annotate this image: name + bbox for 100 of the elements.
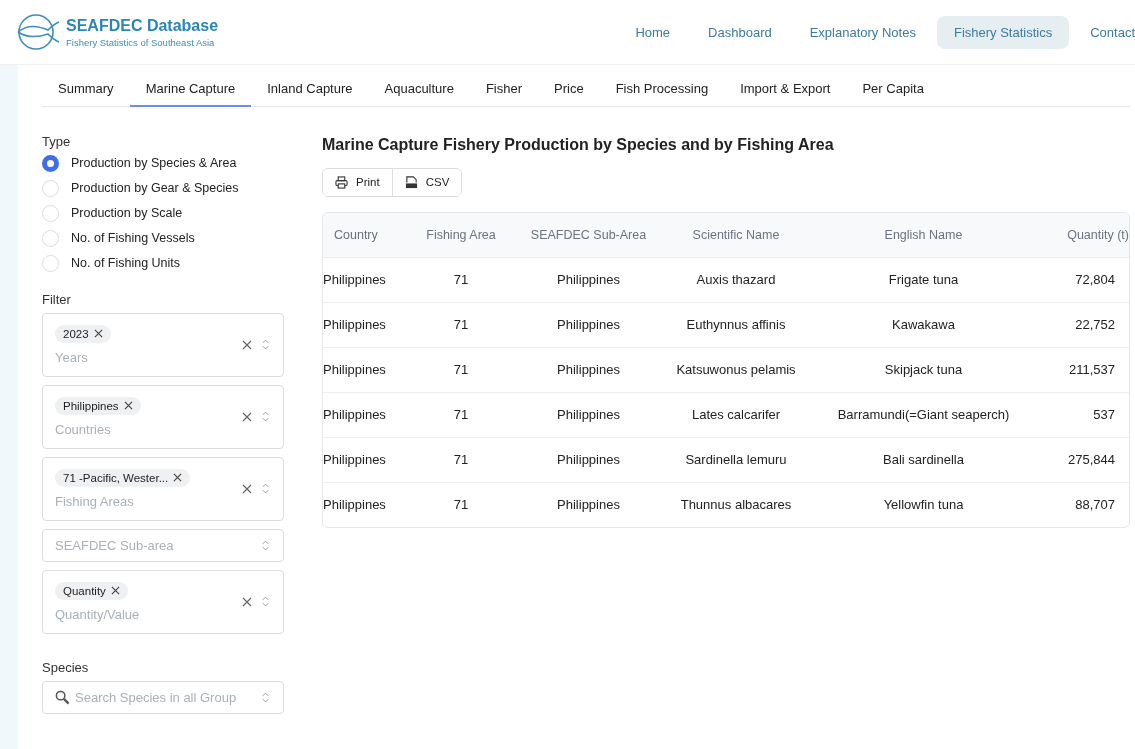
table-cell-text: 72,804 (1074, 272, 1116, 287)
table-cell-text: Skipjack tuna (883, 362, 964, 377)
remove-icon[interactable] (123, 401, 133, 410)
table-cell-text: Thunnus albacares (679, 497, 793, 512)
tab[interactable]: Price (538, 76, 600, 107)
table-cell-text: Sardinella lemuru (684, 452, 788, 467)
placeholder-text: Quantity/Value (55, 606, 141, 622)
tab[interactable]: Fisher (469, 76, 539, 107)
chevron-icon[interactable] (262, 596, 269, 607)
tab[interactable]: Fish Processing (599, 76, 725, 107)
table-cell-text: Philippines (323, 362, 387, 377)
table-cell-text: Philippines (323, 497, 387, 512)
column-header: SEAFDEC Sub-Area (529, 227, 648, 242)
placeholder-text: SEAFDEC Sub-area (55, 537, 175, 553)
nav-link[interactable]: Contact (1073, 15, 1135, 49)
clear-icon[interactable] (242, 339, 252, 350)
chevron-icon[interactable] (262, 539, 269, 551)
search-icon (55, 689, 70, 705)
site-subtitle: Fishery Statistics of Southeast Asia (66, 36, 216, 48)
radio-label[interactable]: No. of Fishing Vessels (71, 231, 195, 245)
remove-icon[interactable] (93, 329, 103, 338)
clear-icon[interactable] (242, 483, 252, 494)
table-cell-text: 71 (452, 497, 470, 512)
table-cell-text: 71 (452, 317, 470, 332)
nav-link[interactable]: Explanatory Notes (792, 15, 933, 49)
table-cell-text: Philippines (323, 452, 387, 467)
filter-chip[interactable]: Quantity (55, 581, 128, 600)
chevron-icon[interactable] (262, 339, 269, 350)
table-cell-text: 71 (452, 407, 470, 422)
nav-link[interactable]: Dashboard (691, 15, 789, 49)
table-cell-text: 22,752 (1074, 317, 1116, 332)
radio-label[interactable]: Production by Scale (71, 206, 183, 220)
clear-icon[interactable] (242, 411, 252, 422)
placeholder-text: Countries (55, 421, 112, 437)
remove-icon[interactable] (110, 586, 120, 595)
nav-link[interactable]: Home (618, 15, 688, 49)
table-cell-text: 537 (1092, 407, 1116, 422)
column-header: Scientific Name (691, 227, 781, 242)
column-header: Country (333, 227, 379, 242)
filter-chip[interactable]: 2023 (55, 324, 111, 343)
table-cell-text: Lates calcarifer (690, 407, 782, 422)
table-cell-text: Philippines (556, 317, 621, 332)
logo-icon (16, 12, 60, 52)
print-button[interactable]: Print (323, 168, 393, 196)
filter-chip[interactable]: 71 -Pacific, Wester... (55, 468, 191, 487)
section-label: Type (42, 133, 72, 149)
nav-link[interactable]: Fishery Statistics (936, 15, 1070, 49)
tab[interactable]: Marine Capture (129, 76, 252, 107)
table-cell-text: Euthynnus affinis (685, 317, 787, 332)
radio-label[interactable]: No. of Fishing Units (71, 256, 181, 270)
table-cell-text: Philippines (556, 362, 621, 377)
file-icon (404, 175, 418, 189)
table-cell-text: Philippines (556, 407, 621, 422)
column-header: Fishing Area (425, 227, 497, 242)
column-header: English Name (883, 227, 964, 242)
multi-select-field[interactable]: Philippines Countries (42, 384, 284, 449)
table-cell-text: Philippines (323, 407, 387, 422)
table-cell-text: 275,844 (1067, 452, 1116, 467)
filter-chip[interactable]: Philippines (55, 396, 141, 415)
table-cell-text: Philippines (323, 317, 387, 332)
table-cell-text: Frigate tuna (887, 272, 960, 287)
radio-label[interactable]: Production by Species & Area (71, 156, 237, 170)
table-cell-text: Bali sardinella (882, 452, 965, 467)
table-cell-text: 211,537 (1067, 362, 1116, 377)
multi-select-field[interactable]: Quantity Quantity/Value (42, 569, 284, 634)
table-cell-text: Philippines (556, 272, 621, 287)
table-cell-text: Barramundi(=Giant seaperch) (836, 407, 1011, 422)
page-heading: Marine Capture Fishery Production by Species and by Fishing Area (322, 135, 835, 154)
table-cell-text: Katsuwonus pelamis (675, 362, 797, 377)
table-cell-text: 71 (452, 452, 470, 467)
table-cell-text: Philippines (323, 272, 387, 287)
multi-select-field[interactable]: 71 -Pacific, Wester... Fishing Areas (42, 456, 284, 521)
table-cell-text: Philippines (556, 497, 621, 512)
clear-icon[interactable] (242, 596, 252, 607)
tab[interactable]: Summary (42, 76, 130, 107)
table-cell-text: Auxis thazard (695, 272, 777, 287)
printer-icon (335, 175, 348, 189)
section-label: Species (42, 659, 90, 675)
table-cell-text: Philippines (556, 452, 621, 467)
remove-icon[interactable] (173, 473, 183, 482)
table-cell-text: 71 (452, 272, 470, 287)
table-cell-text: Kawakawa (891, 317, 956, 332)
tab[interactable]: Aquaculture (368, 76, 470, 107)
section-label: Filter (42, 291, 72, 307)
table-cell-text: Yellowfin tuna (882, 497, 965, 512)
chevron-icon[interactable] (262, 411, 269, 422)
column-header: Quantity (t) (1066, 227, 1129, 242)
tab[interactable]: Per Capita (846, 76, 940, 107)
placeholder-text: Fishing Areas (55, 493, 135, 509)
radio-button[interactable] (42, 154, 59, 172)
site-title: SEAFDEC Database (66, 16, 219, 35)
table-cell-text: 88,707 (1074, 497, 1116, 512)
tab[interactable]: Inland Capture (251, 76, 369, 107)
tab[interactable]: Import & Export (724, 76, 847, 107)
chevron-icon[interactable] (262, 691, 269, 703)
multi-select-field[interactable]: 2023 Years (42, 312, 284, 377)
placeholder-text: Years (55, 349, 89, 365)
chevron-icon[interactable] (262, 483, 269, 494)
placeholder-text: Search Species in all Group (75, 689, 238, 705)
radio-label[interactable]: Production by Gear & Species (71, 181, 239, 195)
